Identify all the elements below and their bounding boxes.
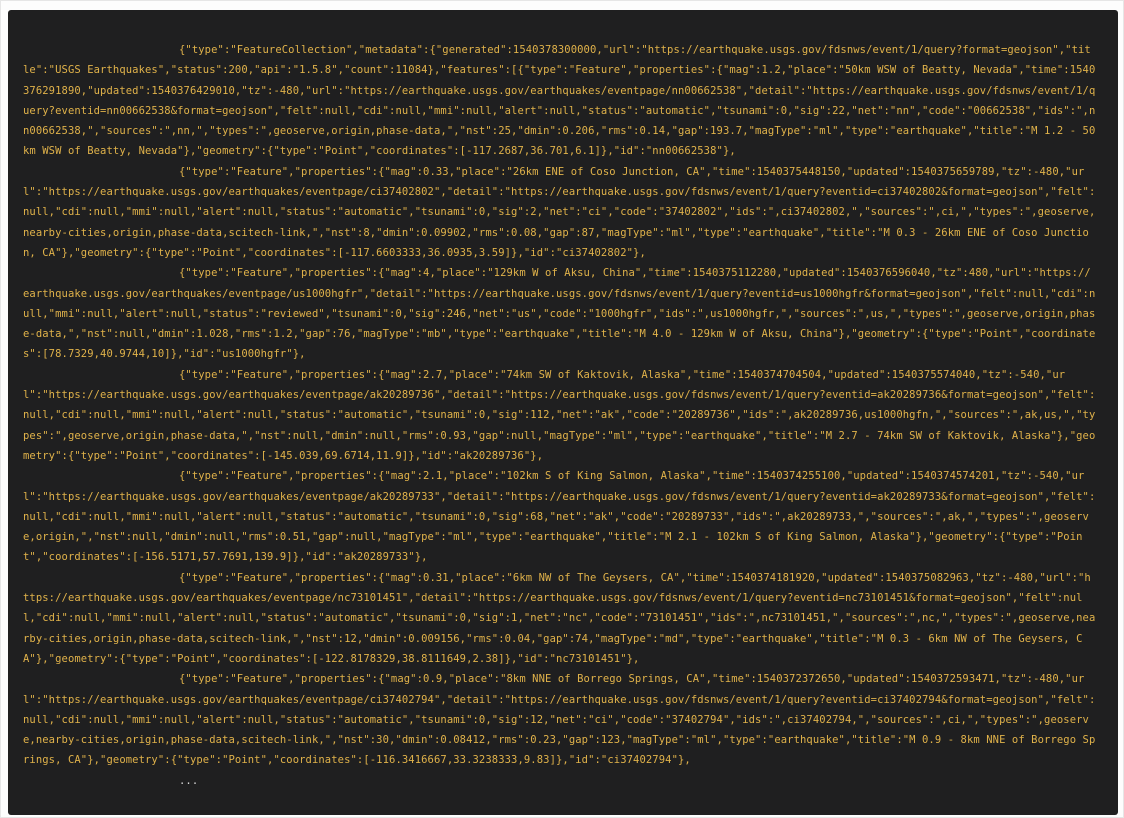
code-ellipsis: ... (179, 774, 199, 787)
page-frame: {"type":"FeatureCollection","metadata":{… (0, 0, 1124, 818)
code-block[interactable]: {"type":"FeatureCollection","metadata":{… (8, 10, 1118, 815)
code-line-feature-ci37402802: {"type":"Feature","properties":{"mag":0.… (23, 165, 1096, 259)
code-line-feature-ak20289736: {"type":"Feature","properties":{"mag":2.… (23, 368, 1096, 462)
code-line-feature-us1000hgfr: {"type":"Feature","properties":{"mag":4,… (23, 267, 1096, 361)
code-line-feature-ak20289733: {"type":"Feature","properties":{"mag":2.… (23, 470, 1096, 564)
code-line-feature-ci37402794: {"type":"Feature","properties":{"mag":0.… (23, 673, 1096, 767)
code-line-feature-collection: {"type":"FeatureCollection","metadata":{… (23, 44, 1096, 158)
code-line-feature-nc73101451: {"type":"Feature","properties":{"mag":0.… (23, 571, 1096, 665)
